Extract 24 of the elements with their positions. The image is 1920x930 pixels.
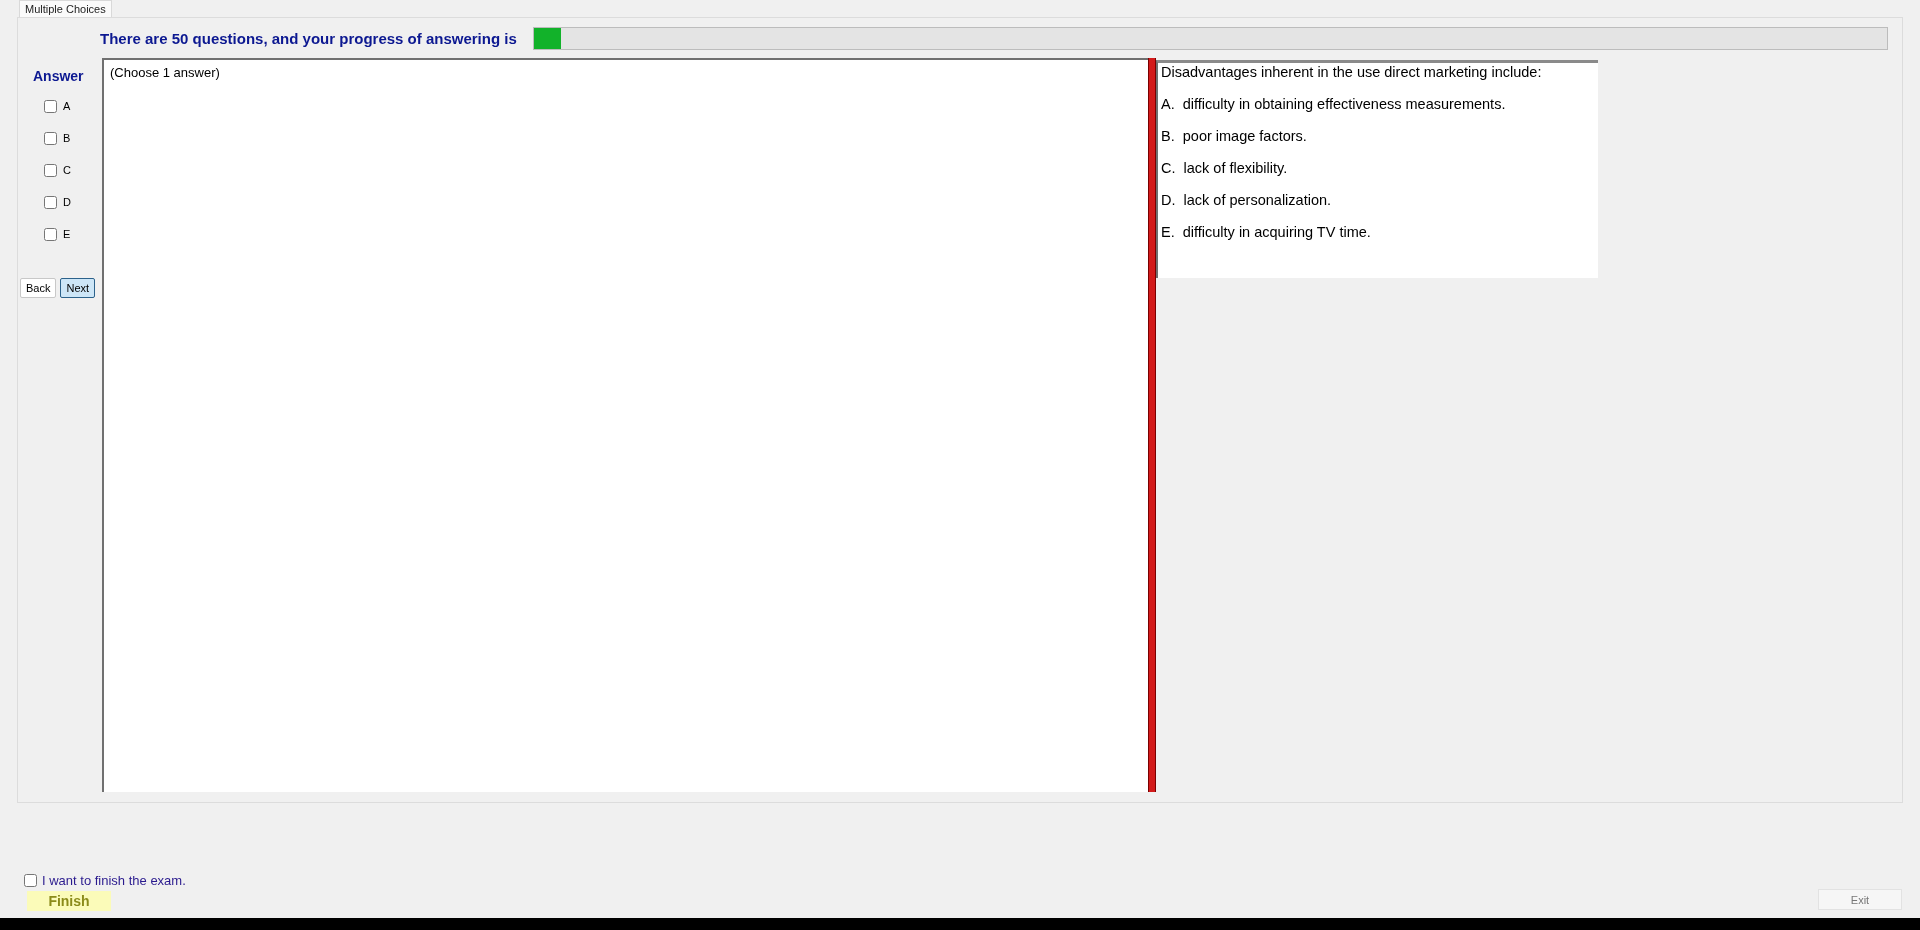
tab[interactable]: Multiple Choices	[19, 0, 112, 17]
answer-title: Answer	[33, 68, 84, 84]
back-button[interactable]: Back	[20, 278, 57, 298]
option-label: E	[63, 228, 71, 240]
question-text: Disadvantages inherent in the use direct marketing include:	[1161, 64, 1543, 80]
choice-text: C. lack of flexibility.	[1161, 160, 1289, 176]
finish-label: I want to finish the exam.	[42, 873, 186, 888]
choice-text: B. poor image factors.	[1161, 128, 1308, 144]
answer-checkbox[interactable]	[44, 131, 57, 145]
answer-checkbox[interactable]	[44, 163, 57, 177]
option-label: C	[63, 164, 71, 176]
choice-text: D. lack of personalization.	[1161, 192, 1333, 208]
choice-text: E. difficulty in acquiring TV time.	[1161, 224, 1372, 240]
finish-checkbox[interactable]	[24, 874, 37, 887]
option-label: D	[63, 196, 71, 208]
next-button[interactable]: Next	[60, 278, 96, 298]
option-label: B	[63, 132, 71, 144]
answer-checkbox[interactable]	[44, 227, 57, 241]
progress-text: There are 50 questions, and your progress of answering is	[100, 29, 517, 47]
answer-checkbox[interactable]	[44, 195, 57, 209]
choice-text: A. difficulty in obtaining effectiveness measurements.	[1161, 96, 1507, 112]
option-label: A	[63, 100, 71, 112]
question-panel: (Choose 1 answer)	[102, 58, 1148, 792]
answer-checkbox[interactable]	[44, 99, 57, 113]
